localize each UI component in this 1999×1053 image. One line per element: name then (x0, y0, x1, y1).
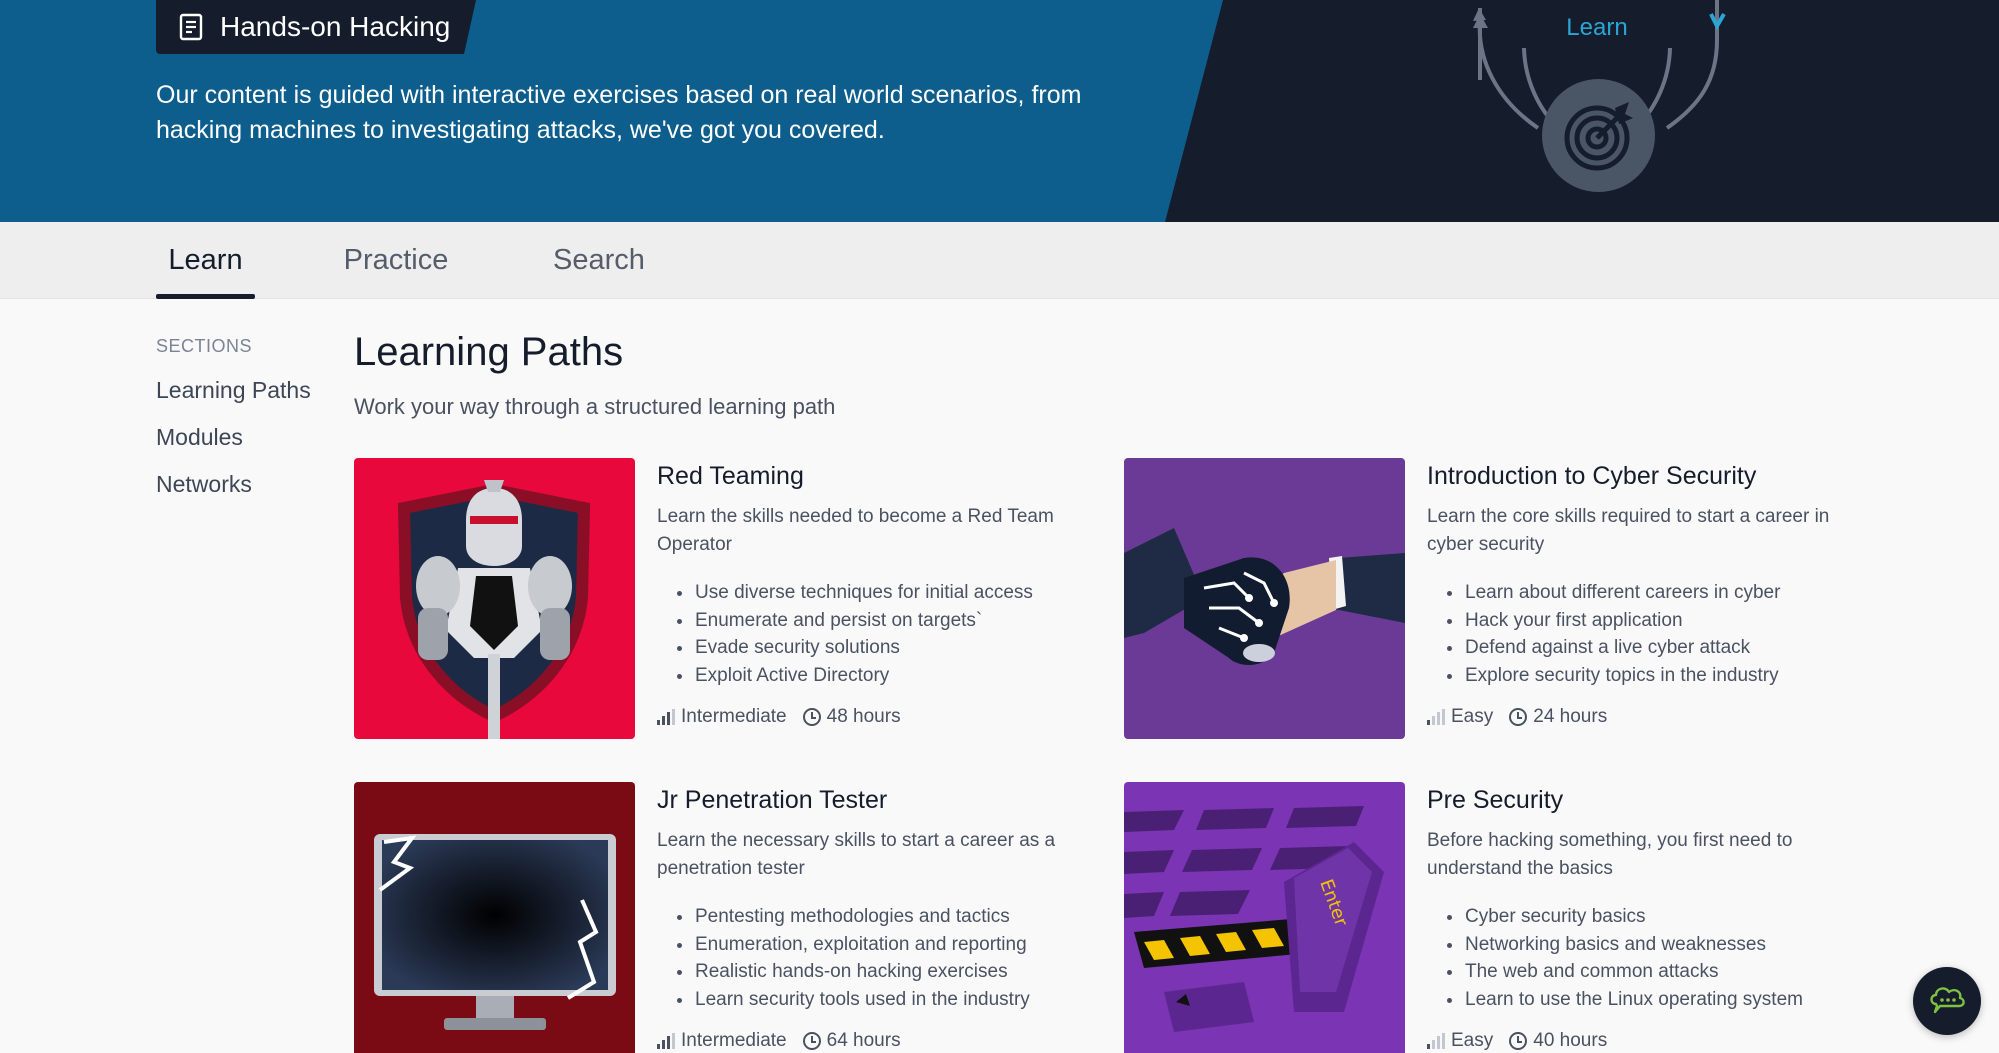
card-title[interactable]: Introduction to Cyber Security (1427, 462, 1867, 491)
hero-banner: Hands-on Hacking Our content is guided w… (0, 0, 1999, 222)
chat-cloud-icon (1928, 982, 1966, 1020)
list-item: Learn to use the Linux operating system (1447, 986, 1867, 1014)
difficulty-bars-icon (1427, 709, 1445, 725)
sidebar-item-modules[interactable]: Modules (156, 424, 316, 451)
banner-description: Our content is guided with interactive e… (156, 81, 1082, 144)
banner-title: Hands-on Hacking (220, 11, 451, 42)
list-item: Learn about different careers in cyber (1447, 579, 1867, 607)
list-item: Networking basics and weaknesses (1447, 931, 1867, 959)
list-item: Defend against a live cyber attack (1447, 634, 1867, 662)
handshake-icon (1124, 458, 1405, 739)
card-meta: Easy 24 hours (1427, 706, 1867, 728)
sidebar-item-learning-paths[interactable]: Learning Paths (156, 377, 316, 404)
card-description: Learn the core skills required to start … (1427, 506, 1830, 555)
sections-sidebar: SECTIONS Learning Paths Modules Networks (156, 336, 316, 498)
clock-icon (802, 1032, 821, 1050)
difficulty-label: Intermediate (681, 706, 787, 727)
card-meta: Intermediate 48 hours (657, 706, 1097, 728)
tab-search[interactable]: Search (540, 222, 658, 299)
card-body: Red Teaming Learn the skills needed to b… (657, 458, 1097, 728)
duration-label: 24 hours (1533, 706, 1608, 727)
sidebar-item-networks[interactable]: Networks (156, 471, 316, 498)
difficulty-label: Easy (1451, 1030, 1494, 1051)
card-description: Before hacking something, you first need… (1427, 830, 1793, 879)
difficulty-label: Easy (1451, 706, 1494, 727)
card-body: Pre Security Before hacking something, y… (1427, 782, 1867, 1052)
page-title: Learning Paths (354, 330, 624, 374)
difficulty-bars-icon (1427, 1033, 1445, 1049)
card-bullets: Cyber security basics Networking basics … (1427, 903, 1867, 1013)
clock-icon (1509, 1032, 1528, 1050)
card-title[interactable]: Red Teaming (657, 462, 1097, 491)
card-body: Introduction to Cyber Security Learn the… (1427, 458, 1867, 728)
card-meta: Intermediate 64 hours (657, 1030, 1097, 1052)
path-card-intro-cyber-security[interactable]: Introduction to Cyber Security Learn the… (1124, 458, 1874, 743)
list-item: Learn security tools used in the industr… (677, 986, 1097, 1014)
enter-key-icon: Enter (1124, 782, 1405, 1053)
list-item: Realistic hands-on hacking exercises (677, 958, 1097, 986)
knight-shield-icon (354, 458, 635, 739)
card-description: Learn the skills needed to become a Red … (657, 506, 1054, 555)
difficulty-bars-icon (657, 709, 675, 725)
list-item: The web and common attacks (1447, 958, 1867, 986)
card-title[interactable]: Pre Security (1427, 786, 1867, 815)
list-item: Explore security topics in the industry (1447, 662, 1867, 690)
monitor-icon (354, 782, 635, 1053)
path-card-pre-security[interactable]: Enter Pre Security Before hacking someth… (1124, 782, 1874, 1053)
chat-button[interactable] (1913, 967, 1981, 1035)
list-item: Enumerate and persist on targets` (677, 607, 1097, 635)
card-bullets: Learn about different careers in cyber H… (1427, 579, 1867, 689)
difficulty-bars-icon (657, 1033, 675, 1049)
card-title[interactable]: Jr Penetration Tester (657, 786, 1097, 815)
tab-practice[interactable]: Practice (330, 222, 462, 299)
list-item: Evade security solutions (677, 634, 1097, 662)
clock-icon (802, 708, 821, 726)
target-icon (1542, 79, 1655, 192)
difficulty-label: Intermediate (681, 1030, 787, 1051)
path-card-red-teaming[interactable]: Red Teaming Learn the skills needed to b… (354, 458, 1104, 743)
card-bullets: Use diverse techniques for initial acces… (657, 579, 1097, 689)
list-item: Pentesting methodologies and tactics (677, 903, 1097, 931)
card-meta: Easy 40 hours (1427, 1030, 1867, 1052)
list-item: Cyber security basics (1447, 903, 1867, 931)
card-bullets: Pentesting methodologies and tactics Enu… (657, 903, 1097, 1013)
main-tabs: Learn Practice Search (0, 222, 1999, 299)
page-subtitle: Work your way through a structured learn… (354, 394, 836, 419)
duration-label: 40 hours (1533, 1030, 1608, 1051)
book-icon (176, 12, 206, 42)
duration-label: 64 hours (826, 1030, 901, 1051)
cycle-learn-label: Learn (1566, 14, 1628, 41)
duration-label: 48 hours (826, 706, 901, 727)
sidebar-heading: SECTIONS (156, 336, 253, 356)
card-body: Jr Penetration Tester Learn the necessar… (657, 782, 1097, 1052)
list-item: Enumeration, exploitation and reporting (677, 931, 1097, 959)
banner-title-tag: Hands-on Hacking (156, 0, 476, 54)
tab-learn[interactable]: Learn (156, 222, 255, 299)
list-item: Hack your first application (1447, 607, 1867, 635)
clock-icon (1509, 708, 1528, 726)
list-item: Exploit Active Directory (677, 662, 1097, 690)
list-item: Use diverse techniques for initial acces… (677, 579, 1097, 607)
path-card-jr-penetration-tester[interactable]: Jr Penetration Tester Learn the necessar… (354, 782, 1104, 1053)
card-description: Learn the necessary skills to start a ca… (657, 830, 1056, 879)
